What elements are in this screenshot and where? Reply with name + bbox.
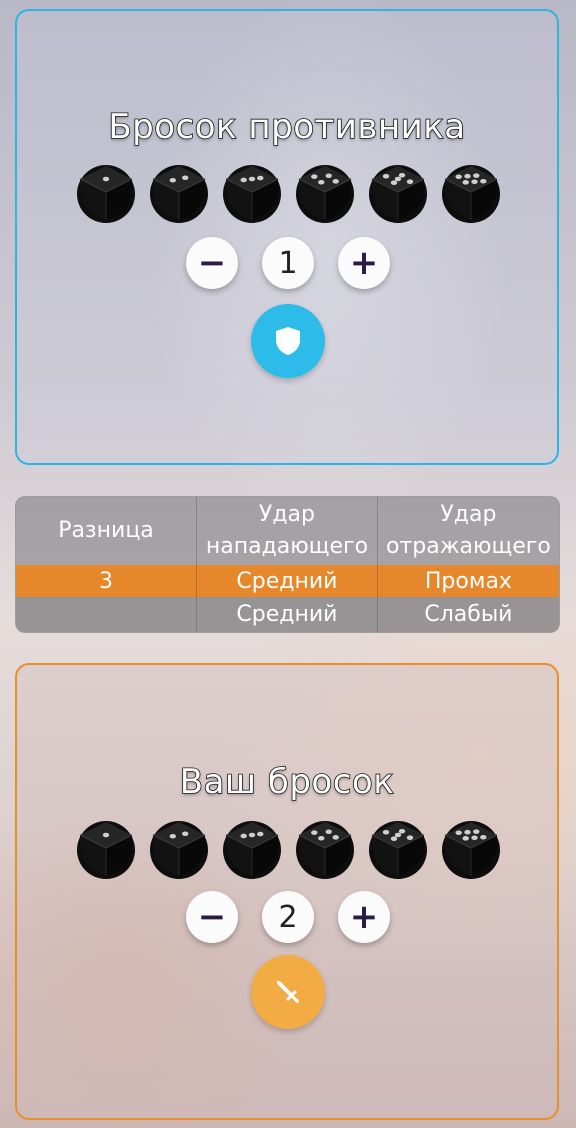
player-die-5-pip xyxy=(382,830,389,835)
table-cell: Средний xyxy=(197,565,378,597)
player-die-4-pip xyxy=(310,830,317,835)
table-cell: Промах xyxy=(424,568,512,594)
attack-button[interactable] xyxy=(251,955,325,1029)
enemy-die-1-pip xyxy=(102,176,109,182)
enemy-die-2[interactable] xyxy=(149,162,209,224)
player-die-4-pip xyxy=(325,829,332,835)
enemy-die-6-pip xyxy=(479,178,486,184)
enemy-die-3[interactable] xyxy=(222,162,282,224)
player-die-6-pip xyxy=(479,834,486,840)
enemy-die-4-pip xyxy=(317,179,324,185)
enemy-die-6-pip xyxy=(463,173,471,179)
header-attacker-hit: Удар нападающего xyxy=(197,497,378,565)
enemy-die-6-pip xyxy=(472,173,479,178)
enemy-die-5-pip xyxy=(390,180,397,185)
result-table: Разница Удар нападающего Удар отражающег… xyxy=(15,496,560,633)
enemy-die-6-pip xyxy=(462,180,469,185)
player-die-3-pip xyxy=(240,833,247,839)
player-die-3-pip xyxy=(256,831,263,837)
enemy-die-4-pip xyxy=(325,173,332,179)
enemy-dice-row xyxy=(0,162,576,224)
enemy-roll-title: Бросок противника xyxy=(108,106,466,148)
table-header-row: Разница Удар нападающего Удар отражающег… xyxy=(16,497,559,565)
enemy-die-5-pip xyxy=(382,174,389,179)
table-cell: Средний xyxy=(197,597,378,632)
player-die-6-pip xyxy=(472,829,479,834)
player-die-4-pip xyxy=(332,835,339,840)
enemy-increase-button[interactable]: + xyxy=(338,237,390,289)
enemy-die-4[interactable] xyxy=(295,162,355,224)
player-die-6-pip xyxy=(470,835,478,841)
table-cell: 3 xyxy=(16,565,197,597)
header-difference: Разница xyxy=(16,497,197,565)
enemy-die-2-pip xyxy=(169,177,176,183)
enemy-decrease-button[interactable]: − xyxy=(186,237,238,289)
sword-icon xyxy=(276,980,299,1003)
table-cell xyxy=(16,597,197,632)
enemy-die-5-pip xyxy=(406,179,413,184)
player-die-6-pip xyxy=(463,829,471,835)
defend-button[interactable] xyxy=(251,304,325,378)
enemy-die-3-pip xyxy=(248,176,255,182)
player-dice-count: 2 xyxy=(262,891,314,943)
player-decrease-button[interactable]: − xyxy=(186,891,238,943)
player-die-1-pip xyxy=(102,832,109,838)
player-die-5-pip xyxy=(394,832,401,838)
enemy-die-4-pip xyxy=(332,179,339,184)
table-row-highlighted: 3 Средний Промах xyxy=(16,565,559,597)
player-die-6-pip xyxy=(462,836,469,841)
player-roll-title: Ваш бросок xyxy=(179,761,395,803)
header-defender-hit: Удар отражающего xyxy=(386,502,551,559)
table-row: Средний Слабый xyxy=(16,597,559,632)
enemy-die-5-pip xyxy=(394,176,401,182)
enemy-die-6[interactable] xyxy=(441,162,501,224)
enemy-die-6-pip xyxy=(470,179,478,185)
enemy-die-4-pip xyxy=(310,174,317,179)
player-die-5-pip xyxy=(406,835,413,840)
player-die-5[interactable] xyxy=(368,818,428,880)
player-die-1[interactable] xyxy=(76,818,136,880)
player-die-6-pip xyxy=(455,830,462,836)
player-die-2[interactable] xyxy=(149,818,209,880)
player-die-6[interactable] xyxy=(441,818,501,880)
enemy-die-2-pip xyxy=(181,175,188,181)
enemy-die-3-pip xyxy=(240,177,247,183)
player-die-5-pip xyxy=(398,829,405,834)
player-die-5-pip xyxy=(390,836,397,841)
player-die-4-pip xyxy=(317,835,324,841)
player-die-2-pip xyxy=(181,831,188,837)
player-die-2-pip xyxy=(169,833,176,839)
player-die-4[interactable] xyxy=(295,818,355,880)
player-die-3-pip xyxy=(248,832,255,838)
shield-icon xyxy=(276,327,300,355)
player-increase-button[interactable]: + xyxy=(338,891,390,943)
enemy-die-1[interactable] xyxy=(76,162,136,224)
player-dice-stepper: − 2 + xyxy=(0,891,576,943)
player-dice-row xyxy=(0,818,576,880)
player-die-3[interactable] xyxy=(222,818,282,880)
enemy-die-5-pip xyxy=(398,173,405,178)
enemy-die-3-pip xyxy=(256,175,263,181)
enemy-die-5[interactable] xyxy=(368,162,428,224)
table-cell: Слабый xyxy=(424,602,513,627)
enemy-die-6-pip xyxy=(455,174,462,180)
enemy-dice-count: 1 xyxy=(262,237,314,289)
enemy-dice-stepper: − 1 + xyxy=(0,237,576,289)
